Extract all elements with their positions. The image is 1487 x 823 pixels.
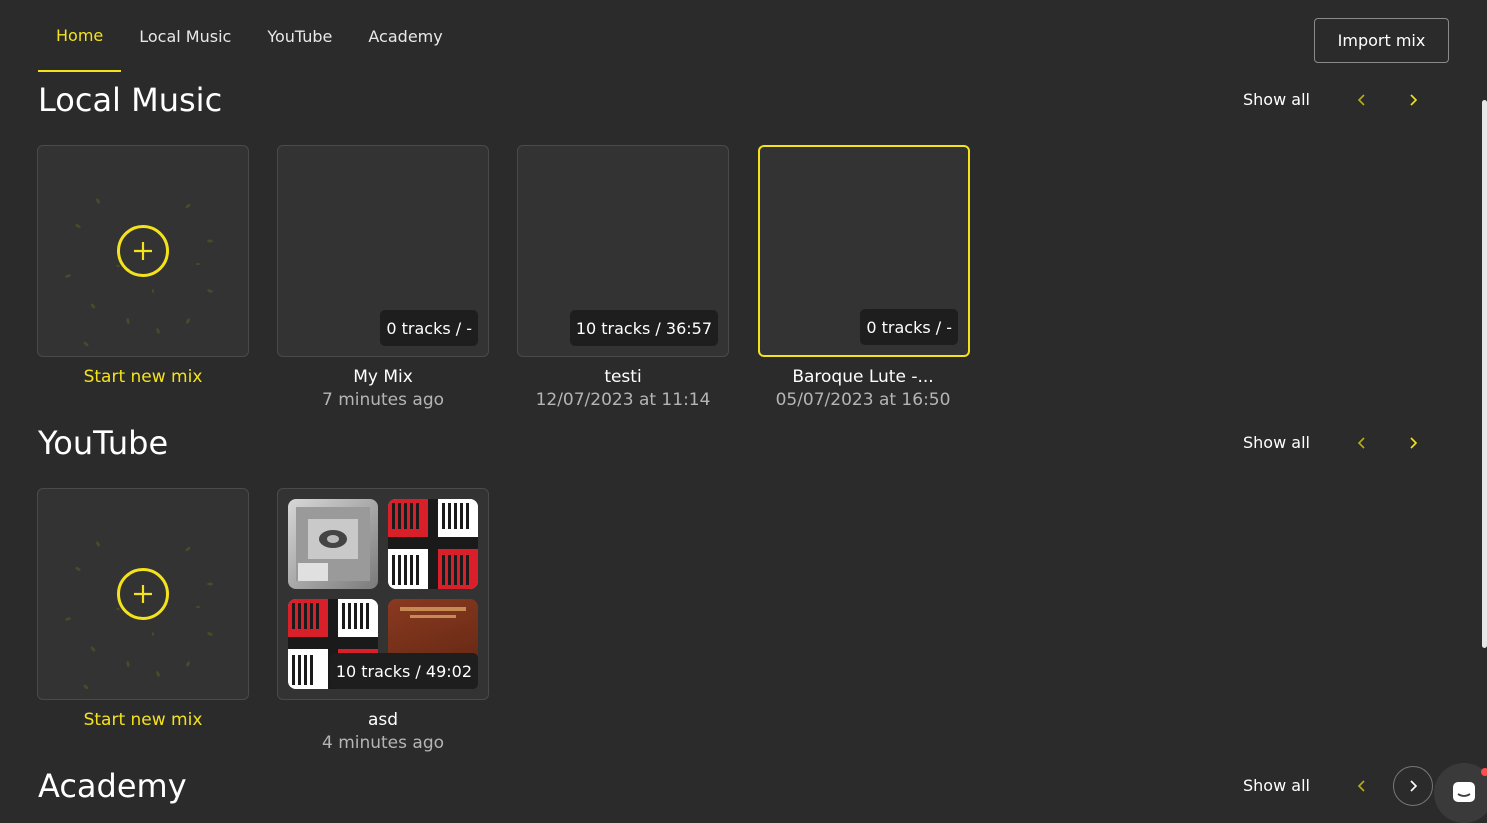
mix-card[interactable]: 0 tracks / - <box>277 145 489 357</box>
start-new-mix-card-youtube[interactable] <box>37 488 249 700</box>
tab-local-music[interactable]: Local Music <box>121 0 249 72</box>
chevron-left-icon <box>1357 94 1365 106</box>
chat-icon <box>1453 782 1475 802</box>
top-nav: Home Local Music YouTube Academy <box>38 0 461 72</box>
mix-card[interactable]: 10 tracks / 36:57 <box>517 145 729 357</box>
mix-card[interactable]: 10 tracks / 49:02 <box>277 488 489 700</box>
chevron-right-icon <box>1410 94 1418 106</box>
youtube-show-all-link[interactable]: Show all <box>1243 433 1310 452</box>
mix-title: testi <box>604 367 642 387</box>
mix-track-badge: 10 tracks / 36:57 <box>569 310 718 346</box>
mix-timestamp: 12/07/2023 at 11:14 <box>535 390 711 410</box>
mix-timestamp: 7 minutes ago <box>321 390 445 410</box>
mix-timestamp: 4 minutes ago <box>321 733 445 753</box>
start-new-mix-label-local[interactable]: Start new mix <box>37 367 249 387</box>
mix-card-selected[interactable]: 0 tracks / - <box>758 145 970 357</box>
youtube-prev-arrow[interactable] <box>1352 433 1372 453</box>
mix-title: asd <box>367 710 399 730</box>
chevron-left-icon <box>1357 780 1365 792</box>
album-thumbnail <box>388 499 478 589</box>
start-new-mix-card-local[interactable] <box>37 145 249 357</box>
plus-icon <box>117 225 169 277</box>
academy-prev-arrow[interactable] <box>1352 776 1372 796</box>
mix-track-badge: 0 tracks / - <box>860 309 958 345</box>
mix-timestamp: 05/07/2023 at 16:50 <box>775 390 951 410</box>
mix-title: Baroque Lute -... <box>792 367 934 387</box>
local-show-all-link[interactable]: Show all <box>1243 90 1310 109</box>
section-title-local-music: Local Music <box>38 81 223 119</box>
chevron-right-icon <box>1410 437 1418 449</box>
tab-youtube[interactable]: YouTube <box>249 0 350 72</box>
scrollbar[interactable] <box>1482 100 1487 648</box>
mix-track-badge: 10 tracks / 49:02 <box>329 653 478 689</box>
start-new-mix-label-youtube[interactable]: Start new mix <box>37 710 249 730</box>
plus-icon <box>117 568 169 620</box>
tab-home[interactable]: Home <box>38 0 122 72</box>
mix-title: My Mix <box>353 367 413 387</box>
section-title-youtube: YouTube <box>38 424 169 462</box>
academy-next-arrow[interactable] <box>1393 766 1433 806</box>
section-title-academy: Academy <box>38 767 187 805</box>
local-next-arrow[interactable] <box>1403 90 1423 110</box>
chevron-left-icon <box>1357 437 1365 449</box>
import-mix-button[interactable]: Import mix <box>1314 18 1449 63</box>
album-thumbnail <box>288 499 378 589</box>
academy-show-all-link[interactable]: Show all <box>1243 776 1310 795</box>
youtube-next-arrow[interactable] <box>1403 433 1423 453</box>
chevron-right-icon <box>1410 780 1418 792</box>
local-prev-arrow[interactable] <box>1352 90 1372 110</box>
notification-dot <box>1481 768 1487 776</box>
tab-academy[interactable]: Academy <box>350 0 460 72</box>
chat-button[interactable] <box>1434 763 1487 823</box>
mix-track-badge: 0 tracks / - <box>380 310 478 346</box>
